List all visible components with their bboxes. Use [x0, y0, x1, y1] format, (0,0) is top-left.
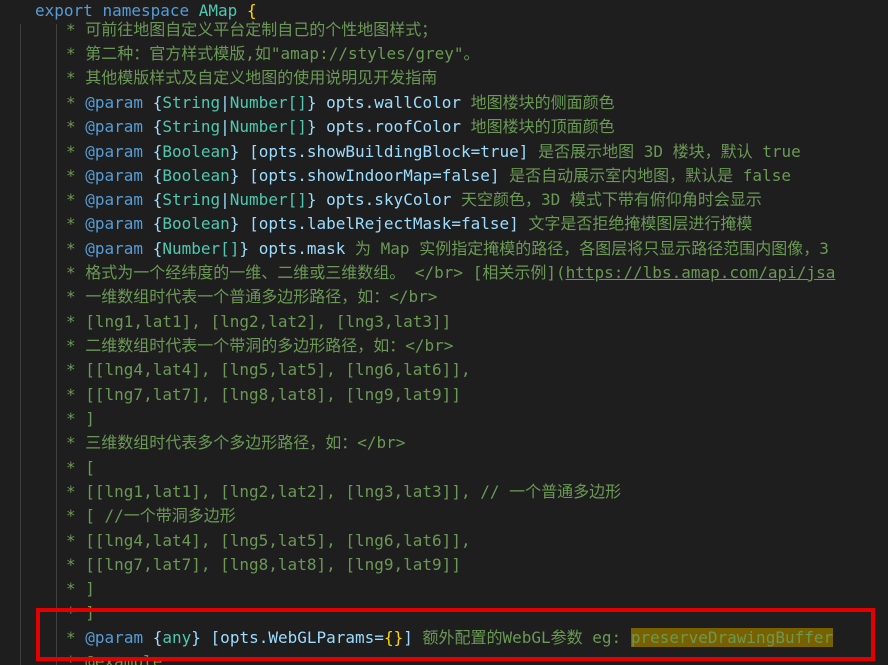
param-desc: 地图楼块的顶面颜色 — [470, 117, 615, 136]
param-tag: @param — [85, 93, 144, 112]
comment-line[interactable]: * 二维数组时代表一个带洞的多边形路径，如：</br> — [0, 334, 888, 358]
param-name: [opts.labelRejectMask=false] — [249, 214, 519, 233]
comment-line[interactable]: * [[lng4,lat4], [lng5,lat5], [lng6,lat6]… — [0, 358, 888, 382]
comment-line[interactable]: * [[lng4,lat4], [lng5,lat5], [lng6,lat6]… — [0, 529, 888, 553]
param-type: Boolean — [162, 166, 230, 185]
comment-line[interactable]: * ] — [0, 577, 888, 601]
comment-line[interactable]: * [[lng7,lat7], [lng8,lat8], [lng9,lat9]… — [0, 553, 888, 577]
param-desc: 是否自动展示室内地图，默认是 false — [509, 166, 791, 185]
comment-line[interactable]: * [ — [0, 456, 888, 480]
param-tag: @param — [85, 628, 144, 647]
param-desc: 为 Map 实例指定掩模的路径，各图层将只显示路径范围内图像，3 — [355, 239, 829, 258]
docs-link[interactable]: https://lbs.amap.com/api/jsa — [566, 263, 836, 282]
param-name: opts.mask — [258, 239, 346, 258]
param-type: Boolean — [162, 214, 230, 233]
param-line-skycolor[interactable]: * @param {String|Number[]} opts.skyColor… — [0, 188, 888, 212]
comment-line[interactable]: * [ //一个带洞多边形 — [0, 504, 888, 528]
param-line-labelrejectmask[interactable]: * @param {Boolean} [opts.labelRejectMask… — [0, 212, 888, 236]
comment-line[interactable]: * ] — [0, 407, 888, 431]
comment-line[interactable]: * 一维数组时代表一个普通多边形路径，如：</br> — [0, 285, 888, 309]
comment-line[interactable]: * ] — [0, 601, 888, 625]
param-name: opts.roofColor — [326, 117, 461, 136]
param-desc: 是否展示地图 3D 楼块，默认 true — [538, 142, 801, 161]
param-type: String — [162, 117, 221, 136]
param-tag: @param — [85, 142, 144, 161]
param-line-wallcolor[interactable]: * @param {String|Number[]} opts.wallColo… — [0, 91, 888, 115]
param-line-showbuildingblock[interactable]: * @param {Boolean} [opts.showBuildingBlo… — [0, 140, 888, 164]
comment-line[interactable]: * [[lng1,lat1], [lng2,lat2], [lng3,lat3]… — [0, 480, 888, 504]
param-name: opts.skyColor — [326, 190, 452, 209]
param-name: [opts.showBuildingBlock=true] — [249, 142, 529, 161]
param-line-mask[interactable]: * @param {Number[]} opts.mask 为 Map 实例指定… — [0, 237, 888, 261]
param-tag: @param — [85, 239, 144, 258]
comment-line-example[interactable]: * @example — [0, 650, 888, 665]
param-desc: 文字是否拒绝掩模图层进行掩模 — [528, 214, 753, 233]
param-name: opts.wallColor — [326, 93, 461, 112]
param-desc: 地图楼块的侧面颜色 — [470, 93, 615, 112]
param-line-showindoormap[interactable]: * @param {Boolean} [opts.showIndoorMap=f… — [0, 164, 888, 188]
param-tag: @param — [85, 190, 144, 209]
comment-line[interactable]: * [lng1,lat1], [lng2,lat2], [lng3,lat3]] — [0, 310, 888, 334]
param-tag: @param — [85, 214, 144, 233]
comment-line[interactable]: * 可前往地图自定义平台定制自己的个性地图样式； — [0, 18, 888, 42]
param-type: any — [162, 628, 192, 647]
comment-line[interactable]: * 三维数组时代表多个多边形路径，如：</br> — [0, 431, 888, 455]
param-name: [opts.WebGLParams= — [210, 628, 384, 647]
comment-line[interactable]: * [[lng7,lat7], [lng8,lat8], [lng9,lat9]… — [0, 383, 888, 407]
param-desc: 天空颜色，3D 模式下带有俯仰角时会显示 — [461, 190, 762, 209]
param-line-webglparams[interactable]: * @param {any} [opts.WebGLParams={}] 额外配… — [0, 626, 888, 650]
param-type: String — [162, 190, 221, 209]
param-tag: @param — [85, 117, 144, 136]
code-editor[interactable]: export namespace AMap { * 可前往地图自定义平台定制自己… — [0, 0, 888, 665]
param-type: Boolean — [162, 142, 230, 161]
param-line-roofcolor[interactable]: * @param {String|Number[]} opts.roofColo… — [0, 115, 888, 139]
search-match-highlight[interactable]: preserveDrawingBuffer — [630, 628, 834, 647]
param-name: [opts.showIndoorMap=false] — [249, 166, 500, 185]
param-type: String — [162, 93, 221, 112]
comment-line[interactable]: * 第二种：官方样式模版,如"amap://styles/grey"。 — [0, 42, 888, 66]
comment-line-format[interactable]: * 格式为一个经纬度的一维、二维或三维数组。 </br> [相关示例](http… — [0, 261, 888, 285]
param-tag: @param — [85, 166, 144, 185]
param-type: Number[] — [162, 239, 240, 258]
comment-line[interactable]: * 其他模版样式及自定义地图的使用说明见开发指南 — [0, 66, 888, 90]
param-desc: 额外配置的WebGL参数 eg: — [422, 628, 622, 647]
